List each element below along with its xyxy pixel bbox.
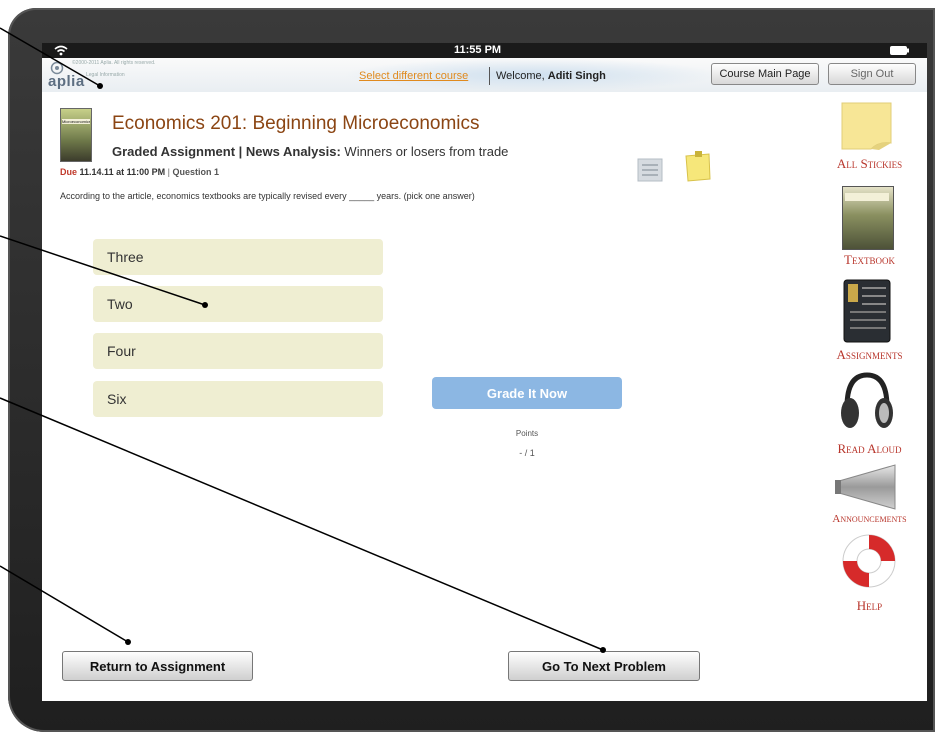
sidebar-label-announcements[interactable]: Announcements [812,513,927,525]
sidebar-label-textbook[interactable]: Textbook [812,252,927,268]
sidebar-item-read-aloud[interactable] [839,371,895,433]
sidebar-item-announcements[interactable] [835,463,901,511]
return-to-assignment-button[interactable]: Return to Assignment [62,651,253,681]
sidebar-item-all-stickies[interactable] [839,101,894,151]
assignment-title: Graded Assignment | News Analysis: Winne… [112,144,508,159]
sidebar-label-help[interactable]: Help [812,598,927,614]
assignment-name: Winners or losers from trade [344,144,509,159]
course-cover-title: Microeconomics [62,119,90,124]
header-divider [489,67,490,85]
answer-choice-six[interactable]: Six [93,381,383,417]
welcome-label: Welcome, [496,70,545,82]
points-value: - / 1 [519,448,535,458]
points-label: Points [515,429,539,438]
add-sticky-icon[interactable] [683,151,713,183]
welcome-text: Welcome, Aditi Singh [496,70,606,82]
sidebar-item-help[interactable] [839,531,899,591]
user-name: Aditi Singh [547,70,606,82]
sidebar-label-assignments[interactable]: Assignments [812,347,927,363]
answer-choice-four[interactable]: Four [93,333,383,369]
answer-choice-two[interactable]: Two [93,286,383,322]
course-title: Economics 201: Beginning Microeconomics [112,113,480,134]
course-cover-thumbnail[interactable]: Microeconomics [60,108,92,162]
wifi-icon [54,45,68,56]
life-ring-icon [842,534,896,588]
textbook-icon [845,193,889,201]
megaphone-icon [835,464,896,510]
assignments-icon [843,279,891,343]
app-screen: 11:55 PM aplia ©2000-2011 Aplia. All rig… [42,43,927,701]
sign-out-button[interactable]: Sign Out [828,63,916,85]
due-info: Due 11.14.11 at 11:00 PM | Question 1 [60,167,219,177]
status-time: 11:55 PM [454,44,502,56]
assignment-prefix: Graded Assignment | News Analysis: [112,144,341,159]
select-course-link[interactable]: Select different course [359,70,468,82]
go-to-next-problem-button[interactable]: Go To Next Problem [508,651,700,681]
grade-it-now-button[interactable]: Grade It Now [432,377,622,409]
sidebar-item-assignments[interactable] [842,278,892,344]
course-main-page-button[interactable]: Course Main Page [711,63,819,85]
sidebar-label-read-aloud[interactable]: Read Aloud [812,441,927,457]
sticky-note-icon [841,102,892,150]
legal-link[interactable]: Legal Information [86,72,125,78]
aplia-logo[interactable]: aplia [48,73,85,90]
sidebar-label-all-stickies[interactable]: All Stickies [812,156,927,172]
question-prompt: According to the article, economics text… [60,191,475,201]
due-label: Due [60,167,78,177]
status-bar: 11:55 PM [42,43,927,58]
question-label: Question 1 [172,167,219,177]
due-date: 11.14.11 at 11:00 PM [79,167,166,177]
copyright-text: ©2000-2011 Aplia. All rights reserved. [72,60,156,66]
headphones-icon [841,372,893,428]
sidebar-item-textbook[interactable] [842,186,894,250]
notes-list-icon[interactable] [637,158,665,184]
battery-icon [890,46,909,55]
answer-choice-three[interactable]: Three [93,239,383,275]
